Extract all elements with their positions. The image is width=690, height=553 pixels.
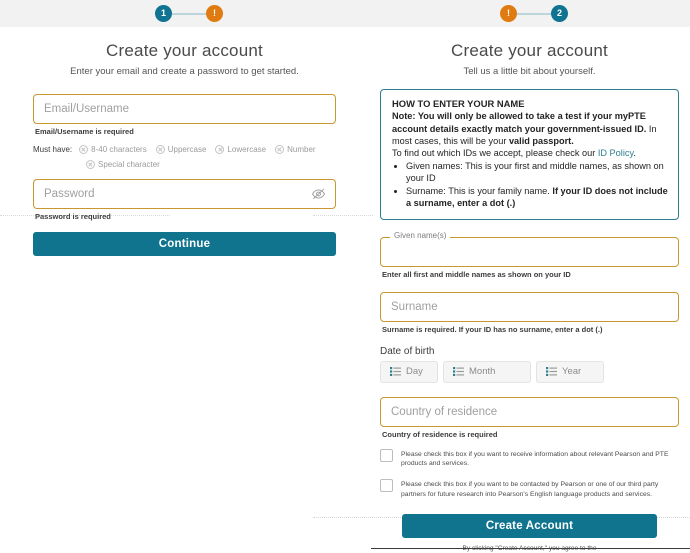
given-names-field-wrap: Given name(s) [380, 231, 679, 267]
email-error-text: Email/Username is required [35, 127, 134, 136]
given-names-label: Given name(s) [390, 231, 451, 240]
email-field-wrap [33, 94, 336, 124]
right-panel: Create your account Tell us a little bit… [369, 27, 690, 552]
left-panel: Create your account Enter your email and… [0, 27, 369, 256]
info-note-passport: valid passport. [508, 135, 574, 146]
step-1-indicator[interactable]: 1 [155, 5, 172, 22]
consent-checkbox-marketing[interactable] [380, 448, 393, 462]
dob-day-select[interactable]: Day [380, 360, 438, 383]
dob-year-label: Year [562, 366, 582, 378]
stepper-right: ! 2 [500, 5, 568, 22]
agreement-text: By clicking "Create Account," you agree … [462, 544, 597, 552]
surname-helper-text: Surname is required. If your ID has no s… [382, 324, 603, 334]
page-subtitle: Tell us a little bit about yourself. [463, 66, 596, 77]
given-names-input[interactable] [381, 237, 678, 266]
requirement-label: Lowercase [227, 145, 267, 154]
email-input[interactable] [33, 94, 336, 124]
page-title: Create your account [451, 41, 608, 60]
info-box-bullets: Given names: This is your first and midd… [392, 160, 668, 210]
info-policy-suffix: . [633, 147, 636, 158]
circle-x-icon [275, 145, 285, 154]
stepper-left: 1 ! [155, 5, 223, 22]
circle-x-icon [155, 145, 165, 154]
surname-input[interactable] [380, 291, 679, 322]
info-note-bold: Note: You will only be allowed to take a… [392, 111, 647, 134]
circle-x-icon [86, 160, 95, 169]
password-field-wrap [33, 179, 336, 209]
info-policy-prefix: To find out which IDs we accept, please … [392, 147, 598, 158]
country-of-residence-input[interactable] [380, 396, 679, 427]
consent-text-research: Please check this box if you want to be … [401, 481, 659, 499]
bullet-given-names: Given names: This is your first and midd… [406, 160, 668, 184]
requirement-chip-number: Number [275, 145, 316, 154]
country-error-text: Country of residence is required [382, 429, 498, 439]
list-icon [546, 367, 557, 377]
dob-month-select[interactable]: Month [443, 360, 531, 383]
signup-screenshot: 1 ! ! 2 Create your account Enter your e… [0, 0, 690, 553]
bullet-surname: Surname: This is your family name. If yo… [406, 185, 668, 209]
bullet-label: Surname: [406, 186, 446, 197]
requirement-chip-uppercase: Uppercase [155, 145, 207, 154]
consent-checkbox-research[interactable] [380, 479, 393, 493]
circle-x-icon [215, 145, 225, 154]
top-band: 1 ! ! 2 [0, 0, 690, 27]
bullet-label: Given names: [406, 160, 463, 171]
must-have-label: Must have: [33, 145, 73, 154]
requirement-chip-lowercase: Lowercase [215, 145, 266, 154]
step-2-indicator[interactable]: 2 [551, 5, 568, 22]
requirement-label: Number [287, 145, 316, 154]
info-box-policy: To find out which IDs we accept, please … [392, 147, 668, 159]
consent-row-marketing: Please check this box if you want to rec… [380, 448, 679, 470]
requirement-label: Special character [98, 160, 160, 169]
stepper-connector [517, 12, 551, 15]
consent-row-research: Please check this box if you want to be … [380, 479, 679, 500]
password-input[interactable] [33, 179, 336, 209]
create-account-button[interactable]: Create Account [402, 513, 657, 538]
bullet-text: This is your family name. [445, 186, 553, 197]
list-icon [453, 367, 464, 377]
given-names-helper-text: Enter all first and middle names as show… [382, 269, 571, 279]
page-title: Create your account [106, 41, 263, 60]
requirement-chip-special: Special character [86, 160, 160, 169]
stepper-connector [172, 12, 206, 15]
step-2-alert-indicator[interactable]: ! [206, 5, 223, 22]
dob-month-label: Month [469, 366, 496, 378]
eye-slash-icon[interactable] [311, 187, 326, 202]
step-1-alert-indicator[interactable]: ! [500, 5, 517, 22]
continue-button[interactable]: Continue [33, 232, 336, 256]
surname-field-wrap [380, 291, 679, 322]
dob-day-label: Day [406, 366, 423, 378]
info-box-title: HOW TO ENTER YOUR NAME [392, 98, 525, 109]
password-error-text: Password is required [35, 212, 111, 221]
circle-x-icon [79, 145, 89, 154]
page-subtitle: Enter your email and create a password t… [70, 66, 299, 77]
requirement-label: 8-40 characters [91, 145, 147, 154]
dob-year-select[interactable]: Year [536, 360, 604, 383]
id-policy-link[interactable]: ID Policy [598, 148, 634, 158]
date-of-birth-row: Day Month Year [380, 360, 679, 383]
info-box-note: Note: You will only be allowed to take a… [392, 110, 668, 146]
password-requirements: Must have: 8-40 characters Uppercase Low… [33, 145, 336, 169]
country-field-wrap [380, 396, 679, 427]
date-of-birth-label: Date of birth [380, 345, 435, 357]
list-icon [390, 367, 401, 377]
requirement-chip-length: 8-40 characters [79, 145, 147, 154]
requirement-label: Uppercase [167, 145, 207, 154]
consent-text-marketing: Please check this box if you want to rec… [401, 450, 669, 468]
how-to-enter-name-info-box: HOW TO ENTER YOUR NAME Note: You will on… [380, 89, 679, 220]
